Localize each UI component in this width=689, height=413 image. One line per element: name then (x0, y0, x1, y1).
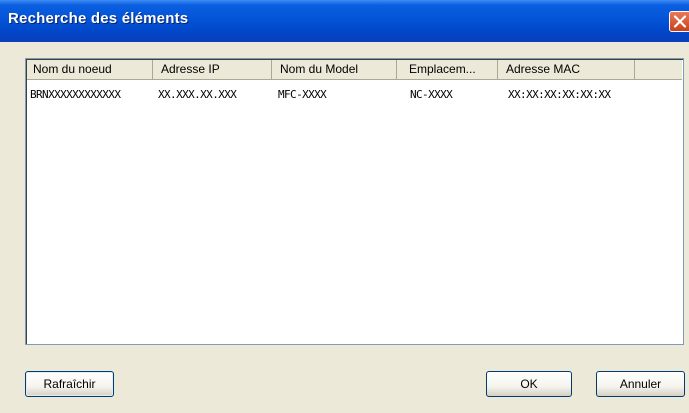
device-list[interactable]: Nom du noeud Adresse IP Nom du Model Emp… (25, 58, 684, 345)
table-row[interactable]: BRNXXXXXXXXXXXX XX.XXX.XX.XXX MFC-XXXX N… (27, 87, 682, 103)
cell-ip-address: XX.XXX.XX.XXX (158, 88, 237, 101)
column-header-location[interactable]: Emplacem... (397, 60, 498, 79)
column-header-node-name[interactable]: Nom du noeud (27, 60, 153, 79)
cell-node-name: BRNXXXXXXXXXXXX (30, 88, 121, 101)
column-header-empty (635, 60, 682, 79)
column-header-model-name[interactable]: Nom du Model (272, 60, 397, 79)
column-header-mac-address[interactable]: Adresse MAC (498, 60, 635, 79)
close-button[interactable] (669, 11, 689, 32)
column-header-ip-address[interactable]: Adresse IP (153, 60, 272, 79)
window-title: Recherche des éléments (8, 10, 189, 27)
title-bar[interactable]: Recherche des éléments (0, 0, 689, 42)
ok-button[interactable]: OK (486, 371, 572, 397)
refresh-button[interactable]: Rafraîchir (25, 371, 114, 397)
cell-location: NC-XXXX (410, 88, 453, 101)
cell-model-name: MFC-XXXX (278, 88, 327, 101)
dialog-window: Recherche des éléments Nom du noeud Adre… (0, 0, 689, 413)
list-header: Nom du noeud Adresse IP Nom du Model Emp… (27, 60, 682, 80)
cell-mac-address: XX:XX:XX:XX:XX:XX (508, 88, 611, 101)
cancel-button[interactable]: Annuler (596, 371, 685, 397)
close-icon (673, 15, 687, 28)
